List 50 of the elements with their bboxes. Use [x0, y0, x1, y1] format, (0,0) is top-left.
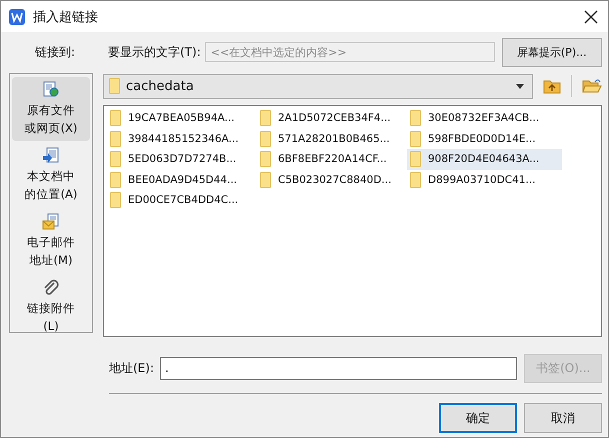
folder-icon [410, 151, 421, 168]
address-field[interactable]: . [160, 356, 518, 380]
folder-icon [410, 130, 421, 147]
caret-icon [516, 84, 524, 88]
close-icon[interactable] [584, 10, 598, 24]
folder-icon [260, 130, 271, 147]
folder-icon [110, 110, 121, 126]
paperclip-icon [42, 279, 60, 297]
folder-icon [260, 151, 271, 168]
folder-item[interactable]: 5ED063D7D7274B... [107, 149, 257, 170]
folder-item[interactable]: 19CA7BEA05B94A... [107, 108, 257, 128]
window-title: 插入超链接 [33, 8, 99, 26]
folder-icon [110, 130, 121, 147]
folder-item[interactable]: 39844185152346A... [107, 128, 257, 149]
folder-icon [109, 78, 120, 94]
folder-item[interactable]: 571A28201B0B465... [257, 128, 407, 149]
cancel-button[interactable]: 取消 [524, 403, 602, 433]
folder-item[interactable]: BEE0ADA9D45D44... [107, 170, 257, 190]
app-logo-icon [9, 8, 25, 24]
sidebar-item[interactable]: 本文档中的位置(A) [12, 143, 90, 207]
open-folder-icon[interactable] [582, 78, 602, 94]
folder-icon [110, 172, 121, 188]
sidebar-item[interactable]: 链接附件(L) [12, 275, 90, 339]
folder-icon [260, 110, 271, 126]
folder-item[interactable]: 30E08732EF3A4CB... [407, 108, 562, 128]
folder-icon [110, 192, 121, 208]
ok-button[interactable]: 确定 [439, 403, 517, 433]
folder-item[interactable]: ED00CE7CB4DD4C... [107, 190, 257, 210]
address-label: 地址(E): [109, 360, 154, 376]
document-arrow-icon [42, 147, 60, 165]
folder-item[interactable]: 2A1D5072CEB34F4... [257, 108, 407, 128]
display-text-field[interactable]: <<在文档中选定的内容>> [204, 42, 495, 62]
folder-item[interactable]: D899A03710DC41... [407, 170, 562, 190]
folder-up-icon[interactable] [543, 78, 561, 94]
folder-item[interactable]: C5B023027C8840D... [257, 170, 407, 190]
folder-icon [110, 151, 121, 168]
folder-icon [410, 110, 421, 126]
folder-item[interactable]: 908F20D4E04643A... [407, 149, 562, 170]
display-text-label: 要显示的文字(T): [108, 44, 201, 60]
link-to-label: 链接到: [34, 44, 76, 60]
sidebar-item[interactable]: 原有文件或网页(X) [12, 77, 90, 141]
document-globe-icon [42, 81, 60, 99]
folder-icon [410, 172, 421, 188]
envelope-document-icon [42, 213, 60, 231]
folder-item[interactable]: 6BF8EBF220A14CF... [257, 149, 407, 170]
folder-icon [260, 172, 271, 188]
screentip-button[interactable]: 屏幕提示(P)... [502, 38, 602, 66]
folder-item[interactable]: 598FBDE0D0D14E... [407, 128, 562, 149]
sidebar-item[interactable]: 电子邮件地址(M) [12, 209, 90, 273]
folder-dropdown[interactable]: cachedata [103, 74, 533, 98]
